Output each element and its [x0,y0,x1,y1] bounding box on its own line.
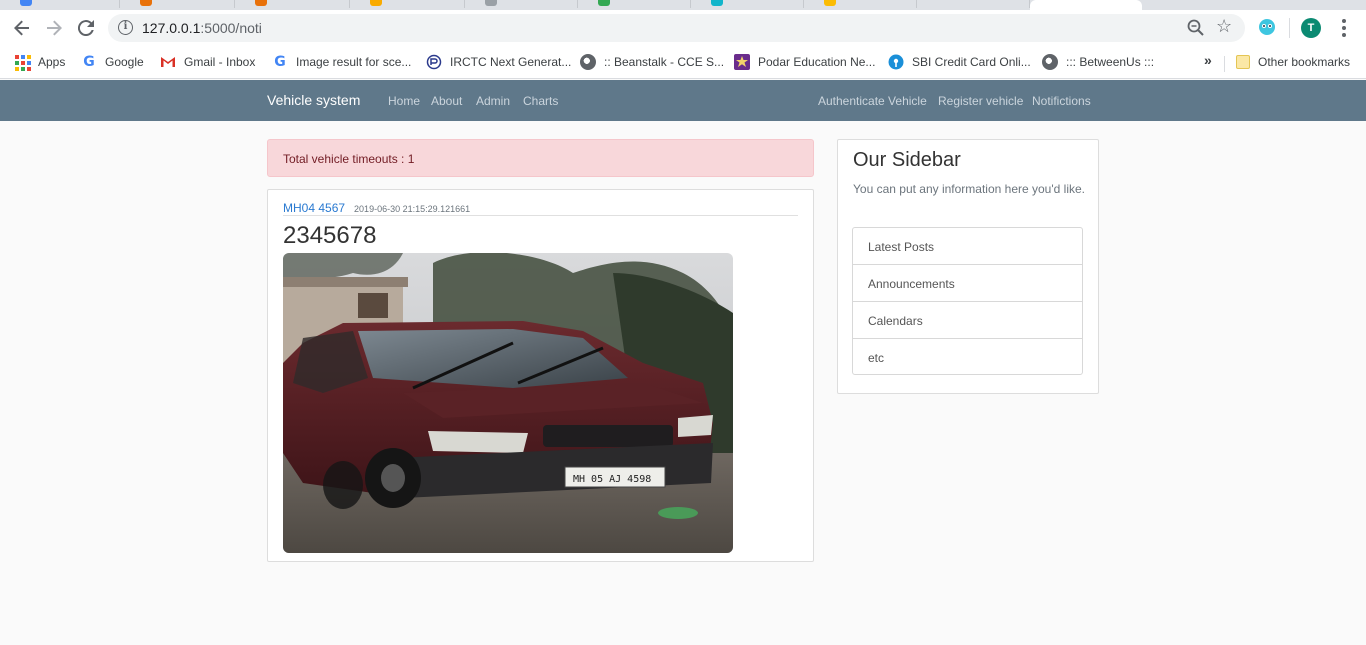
nav-admin[interactable]: Admin [476,94,510,108]
alert-text: Total vehicle timeouts : 1 [283,152,415,166]
bookmark-label: ::: BetweenUs ::: [1066,55,1155,69]
nav-authenticate-vehicle[interactable]: Authenticate Vehicle [818,94,927,108]
post-divider [283,215,798,216]
extension-icon[interactable] [1257,17,1277,37]
bookmark-image-result[interactable]: G Image result for sce... [272,52,411,72]
sbi-icon [888,54,904,70]
nav-home[interactable]: Home [388,94,420,108]
back-icon[interactable] [10,16,34,40]
reload-icon[interactable] [74,16,98,40]
bookmark-apps[interactable]: Apps [14,52,65,72]
bookmark-label: SBI Credit Card Onli... [912,55,1031,69]
sidebar-item-etc[interactable]: etc [853,339,1082,374]
vehicle-plate-link[interactable]: MH04 4567 [283,201,345,215]
vehicle-photo: MH 05 AJ 4598 [283,253,733,553]
bookmark-other[interactable]: Other bookmarks [1236,52,1350,72]
bookmark-label: Other bookmarks [1258,55,1351,69]
nav-notifications[interactable]: Notifictions [1032,94,1091,108]
browser-tab-active[interactable] [1030,0,1142,10]
vehicle-post-card: MH04 4567 2019-06-30 21:15:29.121661 234… [267,189,814,562]
browser-tab[interactable] [578,0,691,8]
bookmarks-divider [1224,56,1225,72]
google-icon: G [274,54,286,70]
browser-tab[interactable] [0,0,120,8]
profile-avatar[interactable]: T [1301,18,1321,38]
bookmark-sbi[interactable]: SBI Credit Card Onli... [888,52,1031,72]
nav-charts[interactable]: Charts [523,94,558,108]
sidebar: Our Sidebar You can put any information … [837,139,1099,394]
browser-toolbar: i 127.0.0.1:5000/noti ☆ T [0,10,1366,46]
globe-icon [580,54,596,70]
bookmark-label: Gmail - Inbox [184,55,256,69]
nav-register-vehicle[interactable]: Register vehicle [938,94,1023,108]
folder-icon [1236,55,1250,69]
bookmarks-overflow-icon[interactable]: » [1204,52,1212,68]
bookmark-label: :: Beanstalk - CCE S... [604,55,725,69]
toolbar-divider [1289,18,1290,38]
svg-text:MH 05 AJ 4598: MH 05 AJ 4598 [573,474,651,485]
browser-tab[interactable] [235,0,350,8]
bookmark-google[interactable]: G Google [81,52,144,72]
post-number: 2345678 [283,222,377,249]
browser-tab[interactable] [350,0,465,8]
browser-tab[interactable] [465,0,578,8]
bookmark-label: Apps [38,55,66,69]
bookmark-gmail[interactable]: Gmail - Inbox [160,52,255,72]
bookmark-label: Podar Education Ne... [758,55,876,69]
browser-tab[interactable] [691,0,804,8]
nav-about[interactable]: About [431,94,462,108]
bookmark-label: Image result for sce... [296,55,412,69]
bookmarks-bar: Apps G Google Gmail - Inbox G Image resu… [0,46,1366,79]
bookmark-irctc[interactable]: IRCTC Next Generat... [426,52,571,72]
site-navbar: Vehicle system Home About Admin Charts A… [0,80,1366,121]
bookmark-label: IRCTC Next Generat... [450,55,572,69]
sidebar-title: Our Sidebar [853,149,961,171]
apps-grid-icon [14,54,31,71]
irctc-icon [426,54,442,70]
sidebar-item-latest-posts[interactable]: Latest Posts [853,228,1082,265]
bookmark-star-icon[interactable]: ☆ [1216,16,1232,37]
podar-icon [734,54,750,70]
gmail-icon [160,54,176,70]
browser-menu-icon[interactable] [1336,17,1352,39]
google-icon: G [83,54,95,70]
zoom-icon[interactable] [1186,18,1206,38]
browser-tab[interactable] [804,0,917,8]
sidebar-list: Latest Posts Announcements Calendars etc [852,227,1083,375]
browser-tab[interactable] [120,0,235,8]
bookmark-betweenus[interactable]: ::: BetweenUs ::: [1042,52,1154,72]
forward-icon[interactable] [42,16,66,40]
globe-icon [1042,54,1058,70]
timeout-alert: Total vehicle timeouts : 1 [267,139,814,177]
browser-tab[interactable] [917,0,1030,8]
address-url[interactable]: 127.0.0.1:5000/noti [142,20,262,36]
post-timestamp: 2019-06-30 21:15:29.121661 [354,204,471,214]
navbar-brand[interactable]: Vehicle system [267,92,360,108]
sidebar-item-calendars[interactable]: Calendars [853,302,1082,339]
sidebar-item-announcements[interactable]: Announcements [853,265,1082,302]
bookmark-beanstalk[interactable]: :: Beanstalk - CCE S... [580,52,724,72]
browser-tab-strip [0,0,1366,10]
address-bar[interactable]: i 127.0.0.1:5000/noti ☆ [108,14,1245,42]
sidebar-description: You can put any information here you'd l… [853,182,1085,196]
bookmark-podar[interactable]: Podar Education Ne... [734,52,875,72]
bookmark-label: Google [105,55,144,69]
post-meta: MH04 4567 2019-06-30 21:15:29.121661 [283,201,470,215]
site-info-icon[interactable]: i [118,20,133,35]
